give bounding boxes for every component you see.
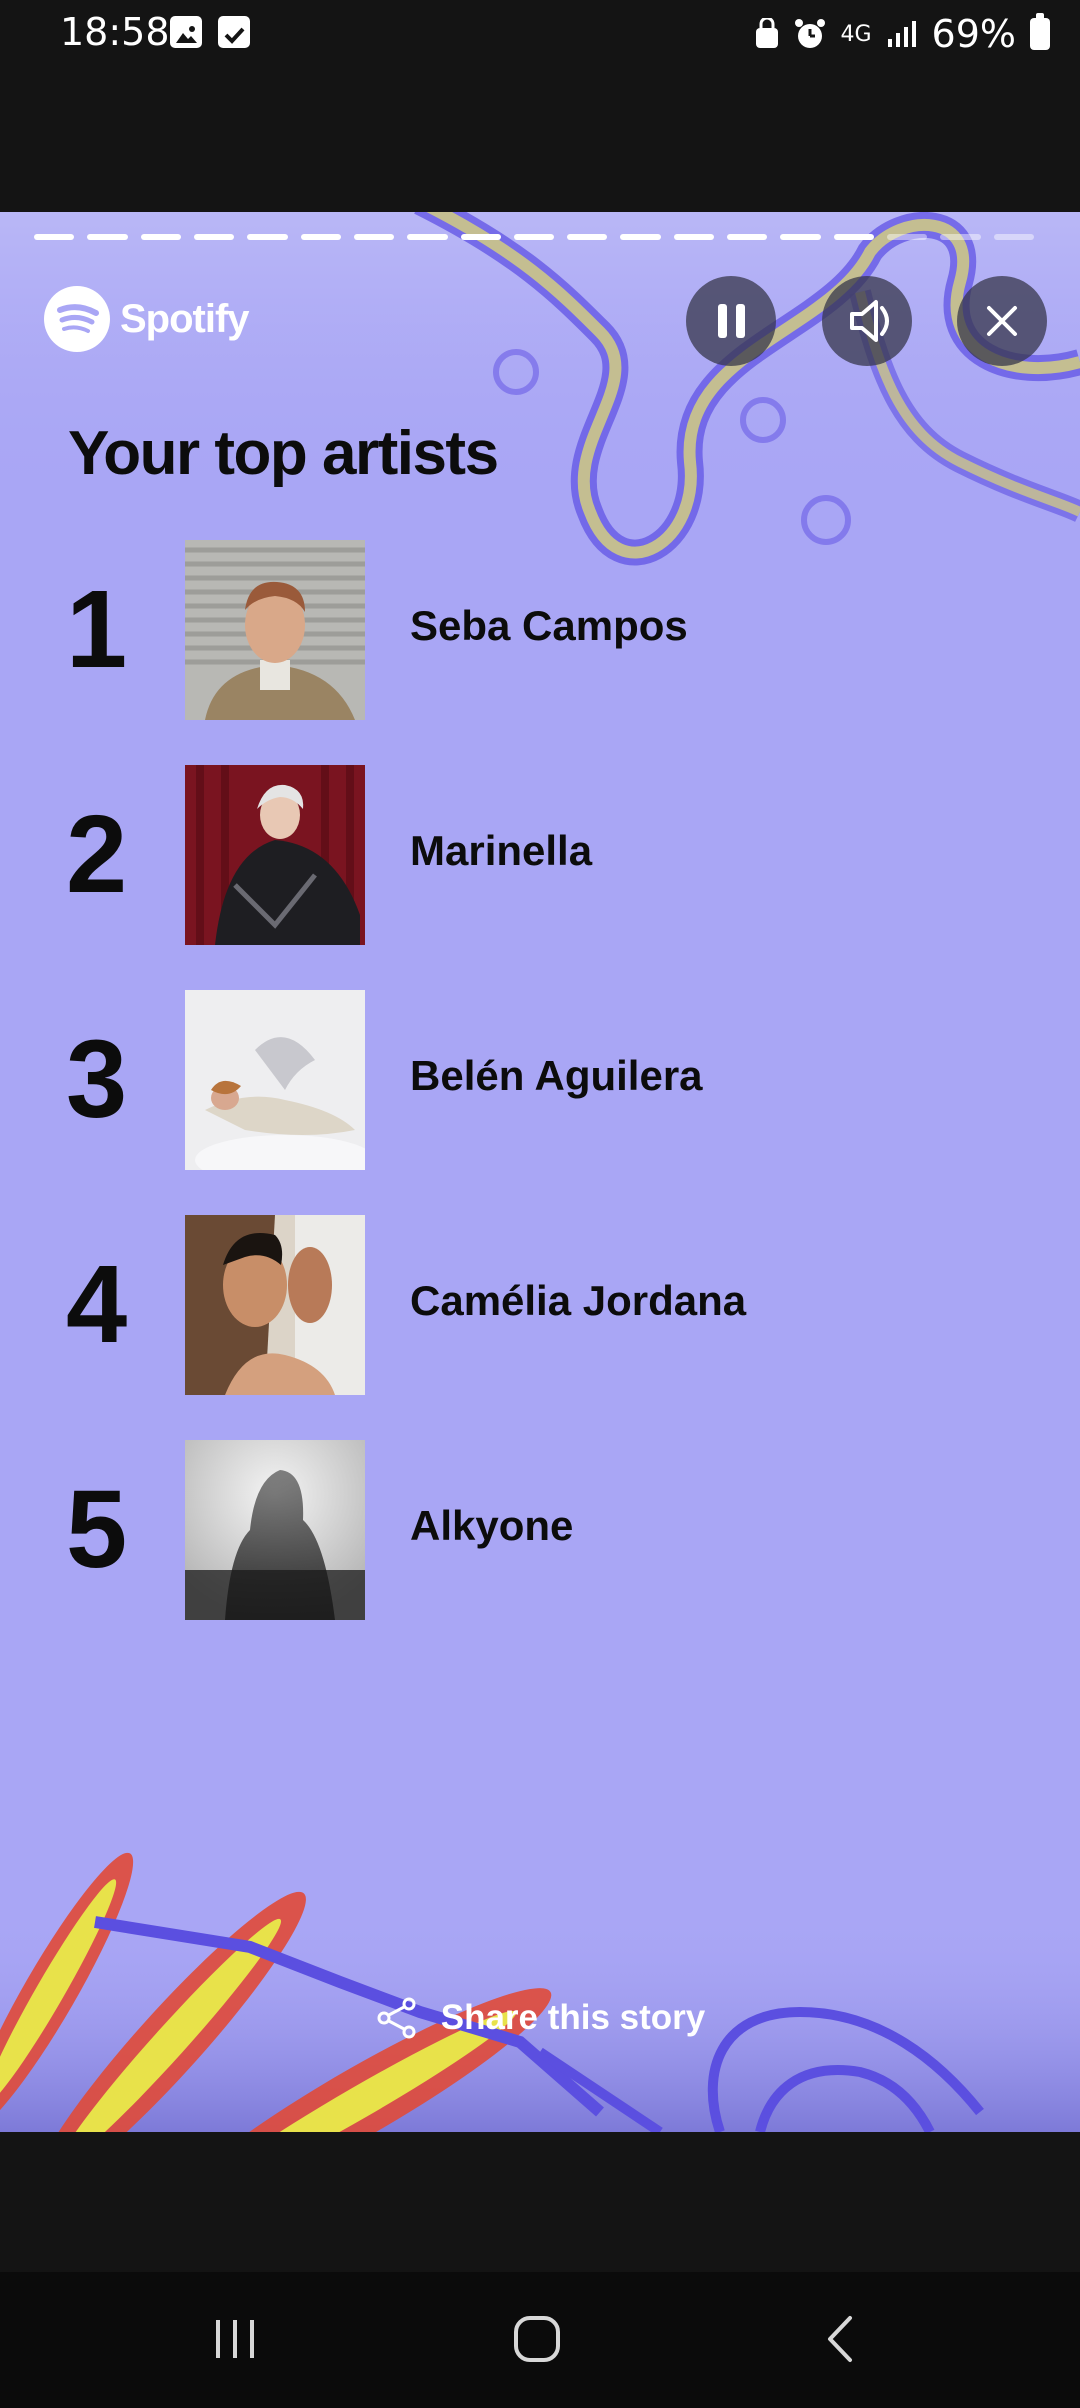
- progress-segment: [993, 234, 1034, 240]
- artist-rank: 3: [66, 1018, 127, 1141]
- progress-segment: [833, 234, 874, 240]
- progress-segment: [300, 234, 341, 240]
- artist-name: Camélia Jordana: [410, 1277, 747, 1324]
- checkbox-notification-icon: [218, 16, 250, 48]
- spotify-brand: Spotify: [44, 286, 250, 352]
- story-progress: [34, 234, 1034, 240]
- progress-segment: [193, 234, 235, 240]
- battery-percent: 69%: [931, 12, 1016, 56]
- artist-name: Alkyone: [410, 1502, 574, 1549]
- progress-segment: [460, 234, 501, 240]
- artist-image: [185, 990, 365, 1170]
- close-button[interactable]: [957, 276, 1047, 366]
- progress-segment: [673, 234, 715, 240]
- artist-name: Belén Aguilera: [410, 1052, 703, 1099]
- status-time: 18:58: [60, 10, 170, 54]
- artist-rank: 1: [66, 568, 127, 691]
- spotify-wordmark: Spotify: [120, 296, 250, 341]
- navigation-bar: [0, 2272, 1080, 2408]
- progress-segment: [887, 234, 928, 240]
- progress-segment: [940, 234, 981, 240]
- close-icon: [987, 306, 1017, 336]
- progress-segment: [353, 234, 395, 240]
- gallery-notification-icon: [170, 16, 202, 48]
- progress-segment: [247, 234, 288, 240]
- artist-image: [185, 1215, 365, 1395]
- story-background: [0, 212, 1080, 2132]
- alarm-icon: [795, 19, 826, 48]
- progress-segment: [407, 234, 448, 240]
- artist-row[interactable]: 3 Belén Aguilera: [0, 990, 1080, 1170]
- story-title: Your top artists: [68, 419, 499, 488]
- progress-segment: [620, 234, 661, 240]
- artist-image: [185, 1440, 365, 1620]
- lock-refresh-icon: [756, 18, 779, 48]
- artist-rank: 4: [66, 1243, 127, 1366]
- artist-row[interactable]: 4 Camélia Jordana: [0, 1215, 1080, 1395]
- progress-segment: [727, 234, 768, 240]
- progress-segment: [567, 234, 608, 240]
- mute-button[interactable]: [822, 276, 912, 366]
- progress-segment: [140, 234, 181, 240]
- speaker-muted-icon: [850, 300, 889, 342]
- artist-name: Marinella: [410, 827, 593, 874]
- back-icon[interactable]: [820, 2312, 860, 2366]
- progress-segment: [34, 234, 75, 240]
- artist-name: Seba Campos: [410, 602, 688, 649]
- artist-row[interactable]: 1 Seba Campos: [0, 540, 1080, 720]
- artist-row[interactable]: 5 Alkyone: [0, 1440, 1080, 1620]
- recents-icon[interactable]: [210, 2312, 260, 2366]
- home-icon[interactable]: [510, 2312, 566, 2366]
- battery-icon: [1030, 13, 1050, 50]
- artist-rank: 5: [66, 1468, 127, 1591]
- artist-row[interactable]: 2 Marinella: [0, 765, 1080, 945]
- artist-image: [185, 765, 365, 945]
- artist-image: [185, 540, 365, 720]
- progress-segment: [513, 234, 555, 240]
- network-type: 4G: [840, 21, 872, 47]
- share-icon: [377, 1997, 416, 2039]
- pause-icon: [718, 304, 745, 338]
- progress-segment: [87, 234, 128, 240]
- story-card[interactable]: Spotify Your top artists 1 Seba Campos 2…: [0, 212, 1080, 2132]
- signal-icon: [887, 21, 916, 47]
- pause-button[interactable]: [686, 276, 776, 366]
- spotify-logo-icon: [44, 286, 110, 352]
- share-story-button[interactable]: Share this story: [0, 1996, 1080, 2040]
- status-bar: 18:58 4G 69%: [0, 0, 1080, 72]
- progress-segment: [780, 234, 821, 240]
- share-label: Share this story: [440, 1998, 706, 2037]
- artist-rank: 2: [66, 793, 127, 916]
